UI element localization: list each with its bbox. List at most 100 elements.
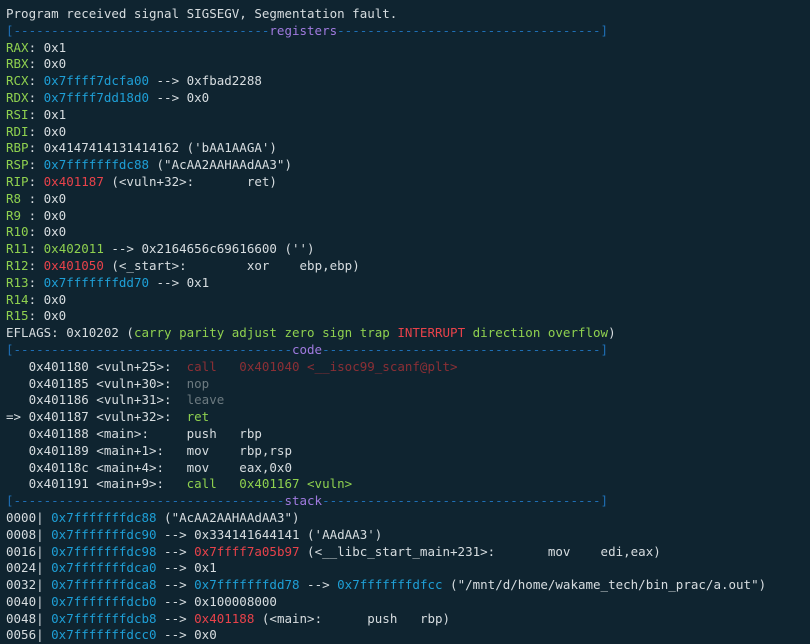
terminal-text: 0x7fffffffdc90 xyxy=(51,526,157,542)
terminal-text: call 0x401167 <vuln> xyxy=(186,476,353,492)
terminal-text: : 0x1 xyxy=(28,106,67,122)
terminal-text: : 0x0 xyxy=(28,207,67,223)
terminal-text: R11 xyxy=(6,241,29,257)
terminal-text: 0x7ffff7dcfa00 xyxy=(43,73,149,89)
terminal-text: RAX xyxy=(6,39,29,55)
terminal-text: 0x401188 xyxy=(194,610,255,626)
terminal-text: : xyxy=(28,73,44,89)
terminal-text: --> 0x334141644141 ('AAdAA3') xyxy=(156,526,383,542)
terminal-text: 0x7fffffffdfcc xyxy=(337,577,443,593)
terminal-line: R13: 0x7fffffffdd70 --> 0x1 xyxy=(6,275,810,292)
terminal-text: direction overflow xyxy=(465,325,609,341)
terminal-text: 0000| xyxy=(6,509,52,525)
terminal-text: --> 0xfbad2288 xyxy=(149,73,262,89)
terminal-line: R15: 0x0 xyxy=(6,308,810,325)
terminal-text: 0056| xyxy=(6,627,52,643)
terminal-text: ("AcAA2AAHAAdAA3") xyxy=(149,157,292,173)
terminal-text: : xyxy=(28,257,44,273)
terminal-text: --> xyxy=(156,577,195,593)
terminal-text: [------------------------------------ xyxy=(6,493,285,509)
terminal-text: R10 xyxy=(6,224,29,240)
terminal-text: : 0x0 xyxy=(28,308,67,324)
terminal-text: R13 xyxy=(6,274,29,290)
terminal-text: RSP xyxy=(6,157,29,173)
terminal-text: : 0x0 xyxy=(28,190,67,206)
terminal-line: [------------------------------------sta… xyxy=(6,493,810,510)
terminal-line: 0056| 0x7fffffffdcc0 --> 0x0 xyxy=(6,627,810,644)
terminal-text: 0x401186 <vuln+31>: xyxy=(6,392,187,408)
terminal-text: RCX xyxy=(6,73,29,89)
terminal-text: 0x7fffffffdca8 xyxy=(51,577,157,593)
terminal-text: 0x401187 xyxy=(43,173,104,189)
terminal-text: 0x7fffffffdcb0 xyxy=(51,593,157,609)
terminal-text: RBX xyxy=(6,56,29,72)
terminal-line: => 0x401187 <vuln+32>: ret xyxy=(6,409,810,426)
terminal-line: 0040| 0x7fffffffdcb0 --> 0x100008000 xyxy=(6,594,810,611)
terminal-line: RDX: 0x7ffff7dd18d0 --> 0x0 xyxy=(6,90,810,107)
terminal-text: -------------------------------------] xyxy=(322,493,609,509)
terminal-text: RBP xyxy=(6,140,29,156)
terminal-line: 0x40118c <main+4>: mov eax,0x0 xyxy=(6,460,810,477)
terminal-text: 0x7fffffffdd70 xyxy=(43,274,149,290)
terminal-line: 0008| 0x7fffffffdc90 --> 0x334141644141 … xyxy=(6,527,810,544)
terminal-line: RSP: 0x7fffffffdc88 ("AcAA2AAHAAdAA3") xyxy=(6,157,810,174)
terminal-text: => 0x401187 <vuln+32>: xyxy=(6,409,187,425)
terminal-text: R15 xyxy=(6,308,29,324)
terminal-text: 0x7ffff7dd18d0 xyxy=(43,89,149,105)
terminal-text: RDX xyxy=(6,89,29,105)
terminal-text: 0x401189 <main+1>: mov rbp,rsp xyxy=(6,442,292,458)
terminal-line: 0x401191 <main+9>: call 0x401167 <vuln> xyxy=(6,476,810,493)
terminal-text: (<main>: push rbp) xyxy=(254,610,451,626)
terminal-text: (<__libc_start_main+231>: mov edi,eax) xyxy=(299,543,661,559)
terminal-line: [----------------------------------regis… xyxy=(6,23,810,40)
terminal-text: ("/mnt/d/home/wakame_tech/bin_prac/a.out… xyxy=(442,577,767,593)
terminal-text: : 0x0 xyxy=(28,56,67,72)
terminal-text: : xyxy=(28,157,44,173)
terminal-text: 0040| xyxy=(6,593,52,609)
terminal-text: R14 xyxy=(6,291,29,307)
terminal-line: 0x401180 <vuln+25>: call 0x401040 <__iso… xyxy=(6,359,810,376)
terminal-text: 0x7fffffffdcc0 xyxy=(51,627,157,643)
terminal-text: 0008| xyxy=(6,526,52,542)
terminal-line: 0024| 0x7fffffffdca0 --> 0x1 xyxy=(6,560,810,577)
terminal-text: 0x402011 xyxy=(43,241,104,257)
terminal-line: R14: 0x0 xyxy=(6,292,810,309)
terminal-text: R8 xyxy=(6,190,29,206)
terminal-line: 0000| 0x7fffffffdc88 ("AcAA2AAHAAdAA3") xyxy=(6,510,810,527)
terminal-text: [------------------------------------- xyxy=(6,341,292,357)
terminal-line: RAX: 0x1 xyxy=(6,40,810,57)
terminal-text: --> xyxy=(299,577,338,593)
terminal-text: RSI xyxy=(6,106,29,122)
terminal-text: --> 0x1 xyxy=(156,560,217,576)
terminal-text: ("AcAA2AAHAAdAA3") xyxy=(156,509,300,525)
terminal-text: 0016| xyxy=(6,543,52,559)
terminal-output: Program received signal SIGSEGV, Segment… xyxy=(0,0,810,644)
terminal-text: R12 xyxy=(6,257,29,273)
terminal-line: R12: 0x401050 (<_start>: xor ebp,ebp) xyxy=(6,258,810,275)
terminal-text: carry parity adjust zero sign trap xyxy=(133,325,398,341)
terminal-line: 0048| 0x7fffffffdcb8 --> 0x401188 (<main… xyxy=(6,611,810,628)
terminal-text: : 0x0 xyxy=(28,224,67,240)
terminal-text: INTERRUPT xyxy=(397,325,466,341)
terminal-text: : 0x4147414131414162 ('bAA1AAGA') xyxy=(28,140,277,156)
terminal-text: : xyxy=(28,173,44,189)
terminal-text: stack xyxy=(284,493,323,509)
terminal-text: 0x7fffffffdca0 xyxy=(51,560,157,576)
terminal-text: -------------------------------------] xyxy=(322,341,609,357)
terminal-text: : xyxy=(28,89,44,105)
terminal-text: Program received signal SIGSEGV, Segment… xyxy=(6,6,398,21)
terminal-text: 0x7fffffffdc98 xyxy=(51,543,157,559)
terminal-text: : xyxy=(28,274,44,290)
terminal-text: : 0x0 xyxy=(28,291,67,307)
terminal-text: (<vuln+32>: ret) xyxy=(103,173,277,189)
terminal-text: --> 0x0 xyxy=(156,627,217,643)
terminal-text: --> xyxy=(156,543,195,559)
terminal-text: registers xyxy=(269,22,338,38)
terminal-text: 0x40118c <main+4>: mov eax,0x0 xyxy=(6,459,292,475)
terminal-text: 0048| xyxy=(6,610,52,626)
terminal-text: -----------------------------------] xyxy=(337,22,609,38)
terminal-text: RIP xyxy=(6,173,29,189)
terminal-text: : 0x10202 ( xyxy=(51,325,134,341)
terminal-text: 0x7ffff7a05b97 xyxy=(194,543,300,559)
terminal-line: 0032| 0x7fffffffdca8 --> 0x7fffffffdd78 … xyxy=(6,577,810,594)
